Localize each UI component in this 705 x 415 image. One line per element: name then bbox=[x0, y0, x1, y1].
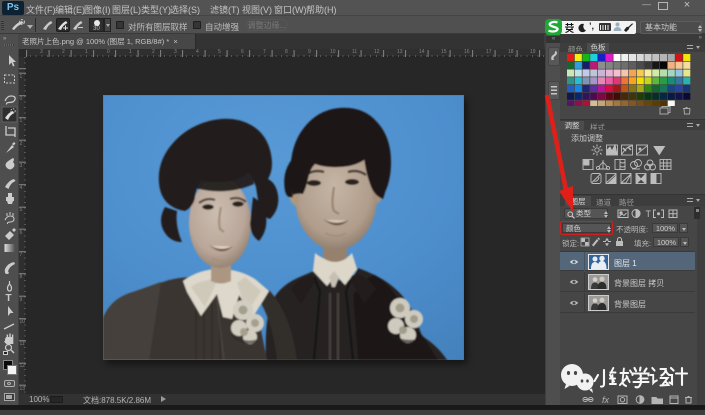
svg-text:T: T bbox=[646, 209, 652, 219]
svg-text:fx: fx bbox=[602, 395, 610, 404]
svg-text:T: T bbox=[6, 293, 12, 304]
